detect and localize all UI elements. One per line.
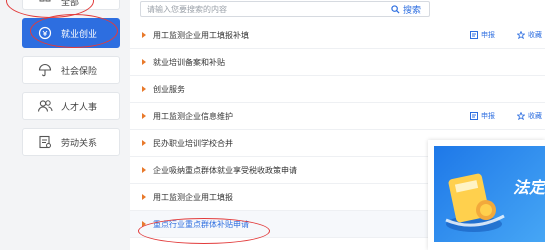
sidebar-item-talent[interactable]: 人才人事 [22,92,120,120]
row-actions: 申报 收藏 [470,30,542,40]
bullet-icon [142,140,146,146]
promo-banner-title: 法定 [512,178,545,197]
list-item[interactable]: 用工监测企业用工填报补填 申报 收藏 [130,22,545,49]
bullet-icon [142,113,146,119]
favorite-button[interactable]: 收藏 [517,30,542,40]
search-icon [391,4,400,14]
row-actions: 申报 收藏 [470,111,542,121]
promo-banner[interactable]: 法定 [428,140,545,250]
apply-button[interactable]: 申报 [470,111,495,121]
search-button[interactable]: 搜索 [391,3,429,16]
apply-label: 申报 [481,31,495,39]
calculator-illustration-icon [445,173,505,232]
list-item-title: 民办职业培训学校合并 [153,138,233,148]
list-item[interactable]: 创业服务 [130,76,545,103]
sidebar-item-label: 全部 [61,0,80,8]
apply-button[interactable]: 申报 [470,30,495,40]
bullet-icon [142,167,146,173]
list-item-title: 用工监测企业信息维护 [153,111,233,121]
list-item-title: 创业服务 [153,84,185,94]
promo-banner-image: 法定 [434,146,545,242]
search-bar: 搜索 [140,1,430,17]
apply-label: 申报 [481,112,495,120]
category-sidebar: 全部 就业创业 社会保险 人才人事 劳动关系 [22,0,120,164]
favorite-label: 收藏 [528,31,542,39]
bullet-icon [142,86,146,92]
sidebar-item-all[interactable]: 全部 [22,0,120,10]
sidebar-item-employment[interactable]: 就业创业 [22,18,120,48]
people-icon [37,98,53,114]
sidebar-item-label: 就业创业 [61,29,98,40]
bullet-icon [142,194,146,200]
favorite-button[interactable]: 收藏 [517,111,542,121]
document-icon [37,134,53,150]
form-icon [470,31,478,39]
form-icon [470,112,478,120]
sidebar-item-label: 劳动关系 [61,138,98,149]
list-item-title: 重点行业重点群体补贴申请 [153,219,249,229]
bullet-icon [142,221,146,227]
sidebar-item-label: 人才人事 [61,102,98,113]
list-item-title: 就业培训备案和补贴 [153,57,225,67]
coin-icon [37,25,53,41]
star-icon [517,31,525,39]
search-button-label: 搜索 [402,5,421,16]
list-item[interactable]: 用工监测企业信息维护 申报 收藏 [130,103,545,130]
umbrella-icon [37,62,53,78]
list-item-title: 用工监测企业用工填报 [153,192,233,202]
search-input[interactable] [141,1,391,17]
favorite-label: 收藏 [528,112,542,120]
sidebar-item-labor-relations[interactable]: 劳动关系 [22,128,120,156]
sidebar-item-label: 社会保险 [61,66,98,77]
list-item-title: 用工监测企业用工填报补填 [153,30,249,40]
bullet-icon [142,32,146,38]
list-item-title: 企业吸纳重点群体就业享受税收政策申请 [153,165,297,175]
sidebar-item-social-insurance[interactable]: 社会保险 [22,56,120,84]
grid-icon [37,0,53,10]
bullet-icon [142,59,146,65]
list-item[interactable]: 就业培训备案和补贴 [130,49,545,76]
star-icon [517,112,525,120]
